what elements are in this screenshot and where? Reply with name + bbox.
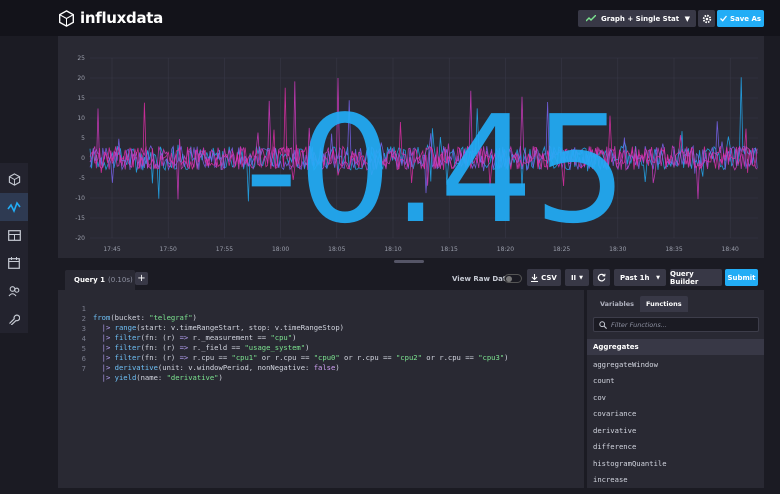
left-nav-sidebar: [0, 163, 28, 333]
query-tab-time: (0.10s): [108, 276, 133, 284]
tab-variables[interactable]: Variables: [594, 296, 640, 312]
function-list-item[interactable]: cov: [593, 393, 606, 402]
code-line: 6 |> derivative(unit: v.windowPeriod, no…: [58, 345, 340, 372]
nav-item-graph[interactable]: [0, 193, 28, 221]
wrench-settings-icon: [9, 314, 20, 325]
time-range-dropdown[interactable]: Past 1h ▼: [614, 269, 666, 286]
code-line: 5 |> filter(fn: (r) => r.cpu == "cpu1" o…: [58, 335, 509, 362]
nav-item-tasks[interactable]: [0, 249, 28, 277]
brand-name: influxdata: [80, 9, 163, 27]
code-line: 4 |> filter(fn: (r) => r._field == "usag…: [58, 325, 310, 352]
y-tick-label: 5: [81, 135, 85, 142]
x-tick-label: 17:55: [216, 246, 233, 253]
panel-resize-handle[interactable]: [394, 260, 424, 263]
y-tick-label: -15: [75, 215, 85, 222]
query-toolbar: Query 1 (0.10s) + View Raw Data CSV II ▼…: [58, 266, 764, 290]
code-line: 7 |> yield(name: "derivative"): [58, 355, 223, 382]
single-stat-value: -0.45: [245, 84, 628, 256]
x-tick-label: 18:40: [722, 246, 739, 253]
y-tick-label: -10: [75, 195, 85, 202]
function-list-item[interactable]: aggregateWindow: [593, 360, 658, 369]
filter-functions-input[interactable]: Filter Functions...: [593, 317, 759, 332]
flux-code-editor[interactable]: 1 from(bucket: "telegraf") 2 |> range(st…: [58, 290, 584, 488]
chevron-down-icon: ▼: [656, 274, 660, 281]
pause-icon: II: [570, 273, 577, 282]
line-number: 7: [81, 364, 86, 373]
function-list-item[interactable]: difference: [593, 442, 636, 451]
function-category-header: Aggregates: [587, 339, 764, 355]
y-tick-label: 10: [77, 115, 85, 122]
influx-cube-icon: [59, 9, 74, 27]
add-query-button[interactable]: +: [135, 272, 148, 285]
line-graph-with-single-stat: 25 20 15 10 5 0 -5 -10 -15 -20 17:45 17:50 17:55 18:…: [75, 55, 758, 256]
settings-button[interactable]: [698, 10, 715, 27]
visualization-type-select[interactable]: Graph + Single Stat ▼: [578, 10, 696, 27]
nav-item-alerts[interactable]: [0, 277, 28, 305]
submit-label: Submit: [727, 273, 756, 282]
tab-functions[interactable]: Functions: [640, 296, 688, 312]
influxdata-logo[interactable]: influxdata: [58, 9, 163, 27]
save-as-label: Save As: [729, 14, 762, 23]
y-tick-label: 0: [81, 155, 85, 162]
chevron-down-icon: ▼: [684, 15, 690, 23]
x-tick-label: 17:50: [160, 246, 177, 253]
x-tick-label: 18:35: [665, 246, 682, 253]
checkmark-icon: [719, 15, 727, 22]
y-tick-label: 25: [77, 55, 85, 62]
code-line: 2 |> range(start: v.timeRangeStart, stop…: [58, 305, 344, 332]
function-list-item[interactable]: histogramQuantile: [593, 459, 667, 468]
download-icon: [531, 273, 539, 282]
functions-panel: Variables Functions Filter Functions... …: [587, 290, 764, 488]
query-tab[interactable]: Query 1 (0.10s): [65, 270, 135, 290]
data-explorer-cube-icon: [8, 172, 20, 186]
query-builder-button[interactable]: Query Builder: [670, 269, 722, 286]
y-axis-ticks: 25 20 15 10 5 0 -5 -10 -15 -20: [75, 55, 85, 242]
view-raw-data-label: View Raw Data: [452, 275, 511, 283]
y-tick-label: 15: [77, 95, 85, 102]
query-tab-label: Query 1: [74, 276, 106, 284]
function-list-item[interactable]: increase: [593, 475, 628, 484]
csv-download-button[interactable]: CSV: [527, 269, 561, 286]
dashboards-icon: [7, 229, 21, 241]
search-icon: [599, 320, 607, 329]
graph-line-icon: [7, 201, 21, 213]
submit-button[interactable]: Submit: [725, 269, 758, 286]
function-list-item[interactable]: count: [593, 376, 615, 385]
toggle-knob: [506, 276, 512, 282]
nav-item-dashboards[interactable]: [0, 221, 28, 249]
y-tick-label: -20: [75, 235, 85, 242]
y-tick-label: -5: [79, 175, 85, 182]
functions-panel-tabs: Variables Functions: [594, 296, 688, 312]
query-builder-label: Query Builder: [670, 269, 699, 286]
visualization-type-label: Graph + Single Stat: [601, 14, 680, 23]
chevron-down-icon: ▼: [579, 274, 584, 281]
time-range-label: Past 1h: [620, 273, 650, 282]
filter-functions-placeholder: Filter Functions...: [611, 320, 667, 329]
save-as-button[interactable]: Save As: [717, 10, 764, 27]
alerts-users-icon: [8, 286, 19, 297]
calendar-tasks-icon: [8, 257, 20, 269]
csv-label: CSV: [541, 273, 557, 282]
function-list-item[interactable]: covariance: [593, 409, 636, 418]
nav-item-settings[interactable]: [0, 305, 28, 333]
plus-icon: +: [137, 273, 146, 284]
graph-panel: 25 20 15 10 5 0 -5 -10 -15 -20 17:45 17:50 17:55 18:…: [58, 36, 764, 258]
y-tick-label: 20: [77, 75, 85, 82]
function-list-item[interactable]: derivative: [593, 426, 636, 435]
refresh-icon: [597, 273, 606, 282]
x-tick-label: 17:45: [103, 246, 120, 253]
nav-item-data-explorer[interactable]: [0, 165, 28, 193]
auto-refresh-pause-button[interactable]: II ▼: [565, 269, 589, 286]
code-line: 1 from(bucket: "telegraf"): [58, 295, 197, 322]
graph-type-icon: [586, 15, 596, 22]
refresh-button[interactable]: [593, 269, 610, 286]
view-raw-data-toggle[interactable]: [504, 274, 522, 283]
gear-icon: [702, 14, 711, 23]
top-bar: influxdata Graph + Single Stat ▼ Save As: [0, 0, 780, 36]
code-line: 3 |> filter(fn: (r) => r._measurement ==…: [58, 315, 297, 342]
